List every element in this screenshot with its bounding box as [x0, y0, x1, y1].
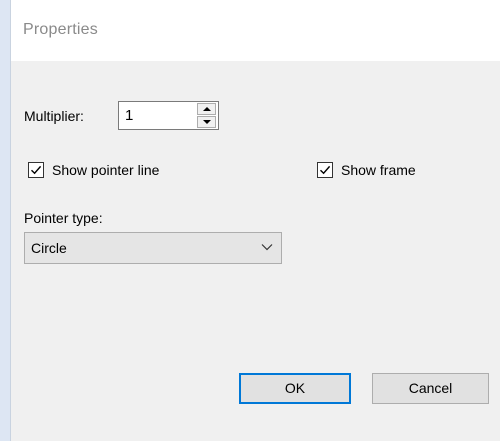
- multiplier-value[interactable]: 1: [125, 107, 133, 124]
- arrow-down-icon: [203, 120, 211, 124]
- properties-dialog: Properties Multiplier: 1 Show pointer li…: [10, 0, 500, 441]
- show-frame-label[interactable]: Show frame: [341, 162, 416, 178]
- spin-up-button[interactable]: [197, 103, 216, 115]
- spin-down-button[interactable]: [197, 116, 216, 128]
- chevron-down-icon: [261, 244, 273, 251]
- multiplier-spinner[interactable]: 1: [118, 101, 219, 130]
- show-pointer-line-label[interactable]: Show pointer line: [52, 162, 159, 178]
- ok-button[interactable]: OK: [239, 373, 351, 404]
- checkmark-icon: [31, 165, 42, 175]
- checkmark-icon: [320, 165, 331, 175]
- cancel-button[interactable]: Cancel: [372, 373, 489, 404]
- show-frame-checkbox[interactable]: [317, 162, 333, 178]
- arrow-up-icon: [203, 107, 211, 111]
- pointer-type-dropdown[interactable]: Circle: [24, 232, 282, 264]
- multiplier-label: Multiplier:: [24, 108, 84, 124]
- window-title: Properties: [23, 21, 98, 38]
- show-pointer-line-checkbox[interactable]: [28, 162, 44, 178]
- pointer-type-label: Pointer type:: [24, 210, 103, 226]
- title-bar[interactable]: Properties: [11, 0, 500, 61]
- spinner-buttons: [197, 103, 217, 128]
- pointer-type-selected: Circle: [31, 240, 67, 256]
